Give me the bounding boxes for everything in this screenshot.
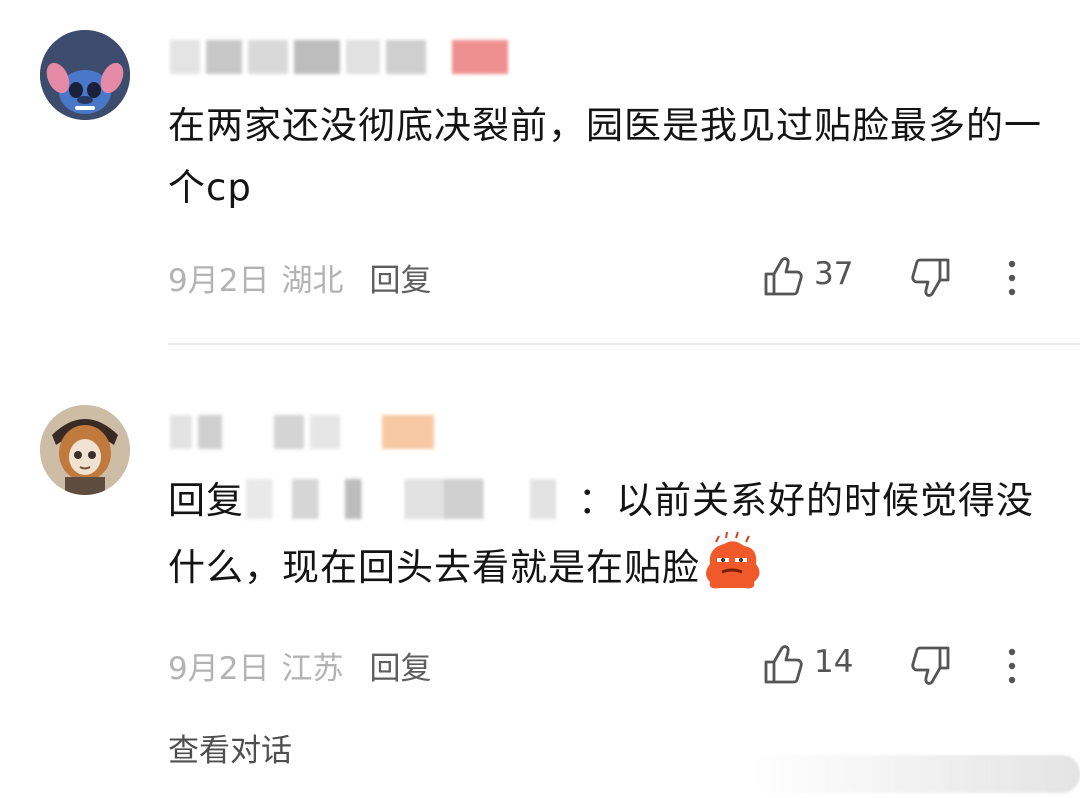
watermark — [750, 755, 1080, 793]
vertical-dots-icon[interactable] — [1004, 646, 1020, 686]
username-blurred[interactable] — [170, 40, 508, 74]
avatar[interactable] — [40, 405, 130, 495]
thumbs-up-icon[interactable] — [760, 642, 804, 686]
comment-meta: 9月2日 江苏 回复 — [168, 643, 431, 688]
comment-text: 在两家还没彻底决裂前，园医是我见过贴脸最多的一个cp — [168, 104, 1042, 209]
like-count: 37 — [814, 256, 854, 292]
thumbs-up-icon[interactable] — [760, 254, 804, 298]
comment-date: 9月2日 — [168, 651, 270, 687]
username-blurred[interactable] — [170, 415, 434, 449]
comment-actions: 14 — [760, 640, 1080, 690]
comment-meta: 9月2日 湖北 回复 — [168, 255, 431, 300]
girl-avatar-icon — [40, 405, 130, 495]
angry-red-emoji-icon — [706, 532, 760, 589]
comment-date: 9月2日 — [168, 263, 270, 299]
comment-item: 回复 ：以前关系好的时候觉得没什么，现在回头去看就是在贴脸 9月2日 江苏 回复 … — [0, 345, 1080, 798]
comment-location: 湖北 — [281, 263, 344, 299]
comment-item: 在两家还没彻底决裂前，园医是我见过贴脸最多的一个cp 9月2日 湖北 回复 37 — [0, 0, 1080, 345]
reply-button[interactable]: 回复 — [369, 643, 431, 688]
reply-button[interactable]: 回复 — [369, 255, 431, 300]
comment-location: 江苏 — [281, 651, 344, 687]
view-conversation-link[interactable]: 查看对话 — [168, 725, 292, 770]
comment-text: 回复 ：以前关系好的时候觉得没什么，现在回头去看就是在贴脸 — [168, 470, 1048, 599]
thumbs-down-icon[interactable] — [910, 644, 954, 688]
stitch-avatar-icon — [40, 30, 130, 120]
vertical-dots-icon[interactable] — [1004, 258, 1020, 298]
comment-list: 在两家还没彻底决裂前，园医是我见过贴脸最多的一个cp 9月2日 湖北 回复 37 — [0, 0, 1080, 798]
comment-actions: 37 — [760, 252, 1080, 302]
like-count: 14 — [814, 644, 854, 680]
avatar[interactable] — [40, 30, 130, 120]
reply-prefix: 回复 — [168, 479, 244, 522]
mentioned-user-blurred[interactable] — [246, 479, 576, 519]
thumbs-down-icon[interactable] — [910, 256, 954, 300]
